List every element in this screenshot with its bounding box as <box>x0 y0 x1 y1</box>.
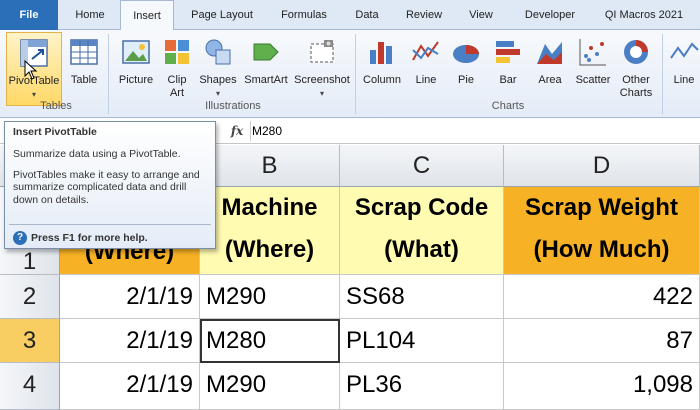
ribbon: PivotTable ▾ Table Tables Picture Clip A… <box>0 30 700 118</box>
pie-chart-label: Pie <box>458 74 474 86</box>
screenshot-label: Screenshot <box>294 74 350 86</box>
cell-d1[interactable]: Scrap Weight (How Much) <box>504 187 700 275</box>
sparkline-line-button[interactable]: Line <box>668 32 700 106</box>
table-cell[interactable]: 1,098 <box>504 363 700 410</box>
other-charts-icon <box>624 40 648 64</box>
other-charts-button[interactable]: Other Charts <box>616 32 656 106</box>
table-button[interactable]: Table <box>64 32 104 106</box>
tab-review[interactable]: Review <box>396 0 452 30</box>
clip-art-button[interactable]: Clip Art <box>160 32 194 106</box>
picture-icon <box>122 40 150 64</box>
chevron-down-icon: ▾ <box>215 89 220 98</box>
smartart-icon <box>253 43 279 61</box>
tooltip-help-text: Press F1 for more help. <box>31 232 148 244</box>
tab-file[interactable]: File <box>0 0 58 30</box>
line-chart-button[interactable]: Line <box>408 32 444 106</box>
scatter-chart-icon <box>579 39 606 66</box>
shapes-icon <box>205 39 231 65</box>
bar-chart-button[interactable]: Bar <box>488 32 528 106</box>
screenshot-icon <box>310 40 334 63</box>
help-icon: ? <box>13 231 27 246</box>
shapes-label: Shapes <box>199 74 237 86</box>
selected-cell[interactable]: M280 <box>200 319 340 363</box>
tab-formulas[interactable]: Formulas <box>268 0 340 30</box>
formula-divider <box>250 121 251 141</box>
cell-c1[interactable]: Scrap Code (What) <box>340 187 504 275</box>
table-cell[interactable]: 2/1/19 <box>60 275 200 319</box>
picture-button[interactable]: Picture <box>114 32 158 106</box>
line-chart-label: Line <box>415 74 437 86</box>
pivottable-tooltip: Insert PivotTable Summarize data using a… <box>4 121 216 249</box>
column-chart-label: Column <box>363 74 401 86</box>
tab-insert[interactable]: Insert <box>120 0 174 31</box>
tab-developer[interactable]: Developer <box>512 0 588 30</box>
cell-b1[interactable]: Machine (Where) <box>200 187 340 275</box>
sparkline-icon <box>670 42 699 59</box>
chevron-down-icon: ▾ <box>31 90 36 99</box>
table-cell[interactable]: PL36 <box>340 363 504 410</box>
column-header-b[interactable]: B <box>200 145 340 187</box>
bar-chart-icon <box>496 41 520 63</box>
table-cell[interactable]: 422 <box>504 275 700 319</box>
smartart-button[interactable]: SmartArt <box>242 32 290 106</box>
cell-c1-text: Scrap Code (What) <box>354 194 489 263</box>
row-header-2[interactable]: 2 <box>0 275 60 319</box>
tab-page-layout[interactable]: Page Layout <box>180 0 264 30</box>
area-chart-icon <box>537 42 562 64</box>
formula-input[interactable]: M280 <box>252 118 282 144</box>
row-header-4[interactable]: 4 <box>0 363 60 410</box>
ribbon-tabs: File Home Insert Page Layout Formulas Da… <box>0 0 700 31</box>
table-cell[interactable]: M290 <box>200 275 340 319</box>
table-cell[interactable]: SS68 <box>340 275 504 319</box>
group-divider <box>355 34 356 114</box>
mouse-cursor-icon <box>24 60 38 80</box>
column-header-c[interactable]: C <box>340 145 504 187</box>
scatter-chart-label: Scatter <box>575 74 611 86</box>
table-cell[interactable]: 2/1/19 <box>60 319 200 363</box>
shapes-button[interactable]: Shapes ▾ <box>196 32 240 106</box>
area-chart-label: Area <box>538 74 562 86</box>
tab-qi-macros[interactable]: QI Macros 2021 <box>594 0 694 30</box>
clip-art-icon <box>165 40 189 64</box>
tab-view[interactable]: View <box>458 0 504 30</box>
tab-data[interactable]: Data <box>344 0 390 30</box>
group-label-illustrations: Illustrations <box>205 100 261 112</box>
table-label: Table <box>70 74 98 86</box>
clip-art-label: Clip Art <box>167 74 187 99</box>
chevron-down-icon: ▾ <box>319 89 324 98</box>
column-header-d[interactable]: D <box>504 145 700 187</box>
insert-function-icon[interactable]: fx <box>226 118 248 144</box>
bar-chart-label: Bar <box>499 74 517 86</box>
tooltip-help: ? Press F1 for more help. <box>13 230 148 246</box>
pie-chart-icon <box>453 45 479 63</box>
table-icon <box>70 39 98 65</box>
row-header-3[interactable]: 3 <box>0 319 60 363</box>
tooltip-summary: Summarize data using a PivotTable. <box>13 148 181 160</box>
table-cell[interactable]: 2/1/19 <box>60 363 200 410</box>
column-chart-icon <box>370 42 392 64</box>
group-label-charts: Charts <box>491 100 525 112</box>
other-charts-label: Other Charts <box>619 74 653 99</box>
cell-d1-text: Scrap Weight (How Much) <box>525 194 678 263</box>
smartart-label: SmartArt <box>244 74 288 86</box>
column-chart-button[interactable]: Column <box>358 32 406 106</box>
group-divider <box>108 34 109 114</box>
tab-home[interactable]: Home <box>64 0 116 30</box>
table-cell[interactable]: M290 <box>200 363 340 410</box>
picture-label: Picture <box>118 74 154 86</box>
area-chart-button[interactable]: Area <box>530 32 570 106</box>
tooltip-divider <box>9 224 211 225</box>
cell-b1-text: Machine (Where) <box>221 194 318 263</box>
line-chart-icon <box>412 41 439 61</box>
scatter-chart-button[interactable]: Scatter <box>572 32 614 106</box>
sparkline-line-label: Line <box>673 74 695 86</box>
tooltip-description: PivotTables make it easy to arrange and … <box>13 168 200 206</box>
group-label-tables: Tables <box>40 100 72 112</box>
table-cell[interactable]: 87 <box>504 319 700 363</box>
table-cell[interactable]: PL104 <box>340 319 504 363</box>
group-divider <box>662 34 663 114</box>
tooltip-title: Insert PivotTable <box>13 126 97 138</box>
pie-chart-button[interactable]: Pie <box>446 32 486 106</box>
screenshot-button[interactable]: Screenshot ▾ <box>292 32 352 106</box>
